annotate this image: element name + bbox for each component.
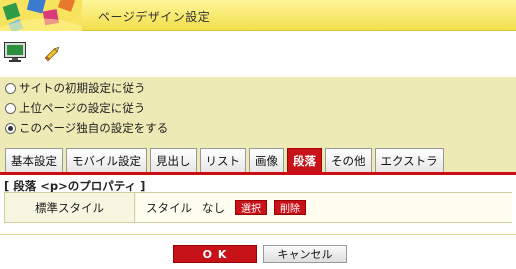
radio-label: サイトの初期設定に従う [19, 81, 146, 95]
delete-button[interactable]: 削除 [274, 200, 306, 215]
tab-extra[interactable]: エクストラ [374, 148, 444, 172]
tab-image[interactable]: 画像 [249, 148, 284, 172]
property-value-cell: スタイル なし 選択 削除 [136, 193, 512, 222]
tab-mobile[interactable]: モバイル設定 [66, 148, 147, 172]
style-value: なし [202, 200, 225, 215]
tab-other[interactable]: その他 [325, 148, 372, 172]
tab-basic[interactable]: 基本設定 [5, 148, 63, 172]
tab-underline [0, 172, 516, 175]
tab-heading[interactable]: 見出し [150, 148, 197, 172]
radio-button[interactable] [5, 102, 16, 114]
style-label: スタイル [146, 200, 192, 215]
ok-button[interactable]: O K [173, 245, 257, 263]
select-button[interactable]: 選択 [235, 200, 267, 215]
title-bar: ページデザイン設定 [0, 0, 516, 31]
radio-label: このページ独自の設定をする [19, 121, 169, 135]
properties-table: 標準スタイル スタイル なし 選択 削除 [4, 192, 512, 223]
color-squares-logo [0, 0, 82, 31]
radio-label: 上位ページの設定に従う [19, 101, 146, 115]
tab-paragraph[interactable]: 段落 [287, 148, 322, 172]
divider [0, 234, 516, 235]
radio-option-parent-page[interactable]: 上位ページの設定に従う [5, 99, 145, 117]
inheritance-options-panel: サイトの初期設定に従う 上位ページの設定に従う このページ独自の設定をする [0, 77, 516, 139]
tab-band: 基本設定 モバイル設定 見出し リスト 画像 段落 その他 エクストラ [0, 139, 516, 174]
property-label: 標準スタイル [5, 193, 135, 222]
radio-option-site-default[interactable]: サイトの初期設定に従う [5, 79, 146, 97]
radio-button[interactable] [5, 82, 16, 94]
window-title: ページデザイン設定 [98, 10, 211, 24]
monitor-icon[interactable] [4, 42, 26, 62]
tab-list: 基本設定 モバイル設定 見出し リスト 画像 段落 その他 エクストラ [5, 148, 447, 172]
radio-option-custom[interactable]: このページ独自の設定をする [5, 119, 168, 137]
pencil-icon[interactable] [44, 44, 62, 62]
radio-button-selected[interactable] [5, 122, 16, 134]
cancel-button[interactable]: キャンセル [263, 245, 347, 263]
tab-list[interactable]: リスト [199, 148, 246, 172]
